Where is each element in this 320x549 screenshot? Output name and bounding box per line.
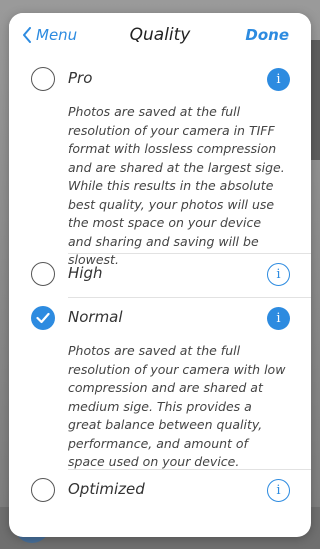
- option-label-normal: Normal: [68, 308, 123, 326]
- quality-option-pro[interactable]: Pro i Photos are saved at the full resol…: [9, 59, 311, 267]
- quality-option-high[interactable]: High i: [9, 254, 311, 298]
- info-icon[interactable]: i: [267, 479, 290, 502]
- option-label-optimized: Optimized: [68, 480, 145, 498]
- backdrop-edge: [310, 40, 320, 160]
- nav-bar: Menu Quality Done: [9, 13, 311, 59]
- checkmark-icon: [36, 312, 50, 324]
- info-icon[interactable]: i: [267, 68, 290, 91]
- option-label-high: High: [68, 264, 103, 282]
- radio-optimized[interactable]: [31, 478, 55, 502]
- option-label-pro: Pro: [68, 69, 93, 87]
- option-description-pro: Photos are saved at the full resolution …: [68, 104, 285, 267]
- quality-option-normal[interactable]: Normal i Photos are saved at the full re…: [9, 298, 311, 470]
- quality-option-optimized[interactable]: Optimized i: [9, 470, 311, 520]
- done-button[interactable]: Done: [245, 26, 289, 44]
- quality-sheet: Menu Quality Done Pro i Photos are saved…: [9, 13, 311, 537]
- radio-normal[interactable]: [31, 306, 55, 330]
- option-description-normal: Photos are saved at the full resolution …: [68, 343, 286, 469]
- info-icon[interactable]: i: [267, 307, 290, 330]
- info-icon[interactable]: i: [267, 263, 290, 286]
- radio-pro[interactable]: [31, 67, 55, 91]
- radio-high[interactable]: [31, 262, 55, 286]
- quality-options-list: Pro i Photos are saved at the full resol…: [9, 59, 311, 537]
